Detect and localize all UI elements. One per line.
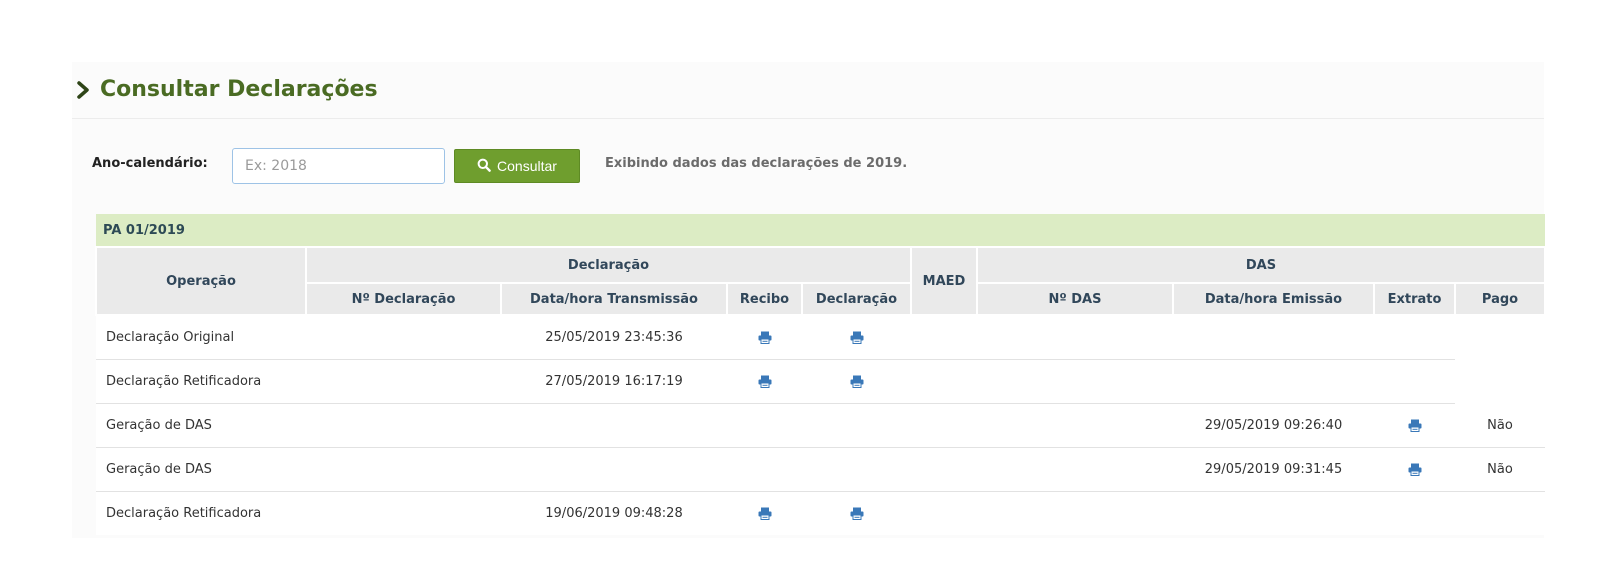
maed-cell (911, 447, 977, 492)
transmissao-cell (501, 447, 727, 492)
operacao-cell: Declaração Retificadora (96, 359, 306, 404)
no-das-cell (977, 315, 1173, 360)
header-row-top: Operação Declaração MAED DAS (95, 246, 1547, 316)
emissao-cell: 29/05/2019 09:31:45 (1173, 447, 1374, 492)
transmissao-cell: 27/05/2019 16:17:19 (501, 359, 727, 404)
operacao-cell: Geração de DAS (96, 403, 306, 448)
header-maed: MAED (910, 246, 978, 316)
declaracao-cell (802, 403, 911, 448)
table-row: Geração de DAS 29/05/2019 09:26:40 Não (96, 403, 1546, 448)
pago-cell: Não (1455, 403, 1546, 448)
header-declaracao-doc: Declaração (801, 282, 912, 316)
header-operacao: Operação (95, 246, 307, 316)
extrato-cell (1374, 447, 1455, 492)
emissao-cell (1173, 315, 1374, 360)
recibo-cell (727, 491, 802, 535)
extrato-cell (1374, 403, 1455, 448)
declaracoes-table: PA 01/2019 Operação Declaração MAED DAS … (95, 214, 1547, 535)
maed-cell (911, 315, 977, 360)
pago-cell (1455, 491, 1546, 535)
table-row: Declaração Retificadora 19/06/2019 09:48:… (96, 491, 1546, 535)
operacao-cell: Declaração Original (96, 315, 306, 360)
transmissao-cell: 25/05/2019 23:45:36 (501, 315, 727, 360)
emissao-cell: 29/05/2019 09:26:40 (1173, 403, 1374, 448)
no-declaracao-cell (306, 447, 501, 492)
maed-cell (911, 359, 977, 404)
extrato-cell (1374, 359, 1455, 404)
period-label: PA 01/2019 (96, 214, 1546, 247)
declaracao-cell (802, 491, 911, 535)
no-das-cell (977, 447, 1173, 492)
year-label: Ano-calendário: (92, 156, 208, 171)
recibo-cell (727, 447, 802, 492)
print-icon[interactable] (850, 375, 864, 388)
pago-cell: Não (1455, 447, 1546, 492)
emissao-cell (1173, 491, 1374, 535)
header-no-das: Nº DAS (976, 282, 1174, 316)
print-icon[interactable] (758, 375, 772, 388)
header-row-bottom: Nº Declaração Data/hora Transmissão Reci… (96, 282, 1547, 316)
declaracao-cell (802, 447, 911, 492)
header-data-transmissao: Data/hora Transmissão (500, 282, 728, 316)
print-icon[interactable] (1408, 419, 1422, 432)
table-row: Declaração Retificadora 27/05/2019 16:17:… (96, 359, 1546, 404)
no-das-cell (977, 359, 1173, 404)
year-input[interactable] (232, 148, 445, 184)
extrato-cell (1374, 315, 1455, 360)
consultar-label: Consultar (497, 158, 557, 174)
table-row: Declaração Original 25/05/2019 23:45:36 (96, 315, 1546, 360)
header-das-group: DAS (975, 246, 1547, 284)
operacao-cell: Geração de DAS (96, 447, 306, 492)
declaracao-cell (802, 315, 911, 360)
no-declaracao-cell (306, 403, 501, 448)
transmissao-cell (501, 403, 727, 448)
operacao-cell: Declaração Retificadora (96, 491, 306, 535)
consultar-button[interactable]: Consultar (454, 149, 580, 183)
recibo-cell (727, 403, 802, 448)
transmissao-cell: 19/06/2019 09:48:28 (501, 491, 727, 535)
header-recibo: Recibo (726, 282, 803, 316)
period-row: PA 01/2019 (96, 214, 1546, 247)
header-extrato: Extrato (1373, 282, 1456, 316)
print-icon[interactable] (758, 331, 772, 344)
print-icon[interactable] (1408, 463, 1422, 476)
page-title-text: Consultar Declarações (100, 77, 378, 102)
no-declaracao-cell (306, 491, 501, 535)
table-row: Geração de DAS 29/05/2019 09:31:45 Não (96, 447, 1546, 492)
title-divider (72, 118, 1544, 119)
no-das-cell (977, 403, 1173, 448)
recibo-cell (727, 359, 802, 404)
header-declaracao-group: Declaração (305, 246, 912, 284)
header-pago: Pago (1453, 282, 1547, 316)
pago-cell (1455, 359, 1546, 404)
pago-cell (1455, 315, 1546, 360)
declaracao-cell (802, 359, 911, 404)
print-icon[interactable] (850, 331, 864, 344)
extrato-cell (1374, 491, 1455, 535)
maed-cell (911, 491, 977, 535)
recibo-cell (727, 315, 802, 360)
header-no-declaracao: Nº Declaração (305, 282, 502, 316)
no-declaracao-cell (306, 315, 501, 360)
header-data-emissao: Data/hora Emissão (1172, 282, 1375, 316)
search-icon (477, 158, 491, 175)
print-icon[interactable] (850, 507, 864, 520)
print-icon[interactable] (758, 507, 772, 520)
no-das-cell (977, 491, 1173, 535)
no-declaracao-cell (306, 359, 501, 404)
page-title: Consultar Declarações (76, 77, 378, 102)
chevron-right-icon (76, 80, 90, 99)
showing-status-text: Exibindo dados das declarações de 2019. (605, 156, 908, 171)
emissao-cell (1173, 359, 1374, 404)
maed-cell (911, 403, 977, 448)
